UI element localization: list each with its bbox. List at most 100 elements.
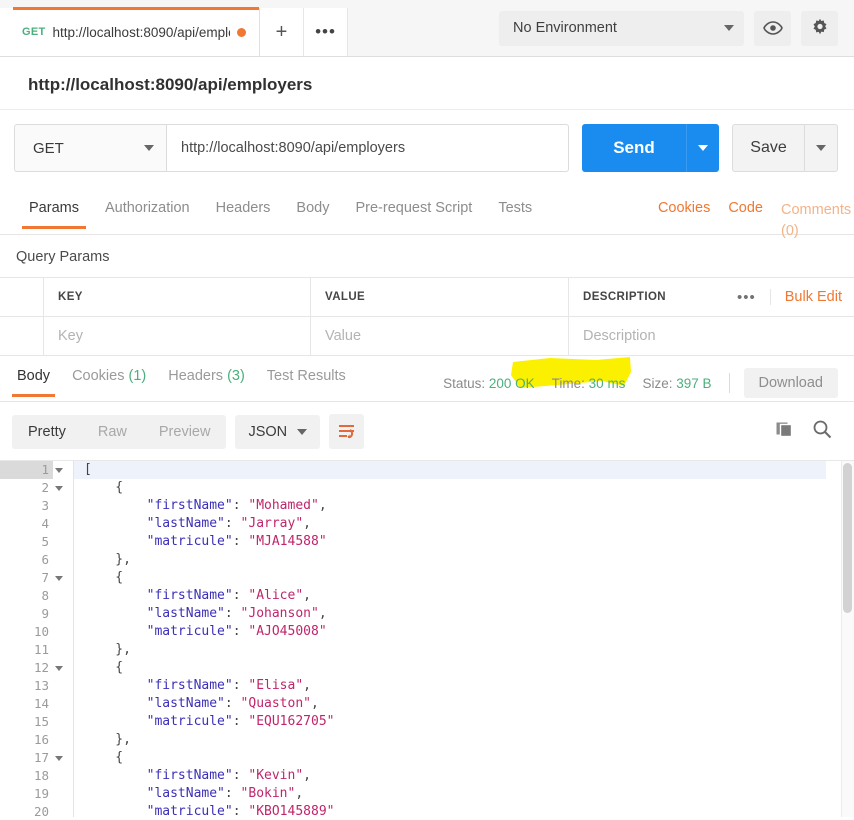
eye-icon: [762, 21, 783, 35]
gear-icon: [813, 18, 826, 35]
time-metric: Time: 30 ms: [551, 375, 626, 391]
gutter-divider: [65, 533, 74, 551]
copy-response-button[interactable]: [775, 419, 795, 444]
response-tab-body[interactable]: Body: [6, 356, 61, 397]
word-wrap-toggle[interactable]: [329, 414, 365, 449]
gutter-divider: [65, 731, 74, 749]
line-number: 7: [41, 570, 49, 585]
code-line: 11 },: [0, 641, 854, 659]
fold-toggle-icon[interactable]: [53, 485, 65, 491]
query-params-table: KEY VALUE DESCRIPTION ••• Bulk Edit Key …: [0, 277, 854, 356]
code-line: 13 "firstName": "Elisa",: [0, 677, 854, 695]
gutter-divider: [65, 515, 74, 533]
response-status-bar: Body Cookies (1) Headers (3) Test Result…: [0, 356, 854, 402]
cookies-link[interactable]: Cookies: [649, 188, 719, 229]
request-title: http://localhost:8090/api/employers: [0, 57, 854, 110]
line-number: 16: [33, 732, 49, 747]
code-line: 7 {: [0, 569, 854, 587]
new-tab-button[interactable]: +: [260, 8, 304, 56]
column-header-value: VALUE: [311, 278, 569, 316]
tab-pre-request-script[interactable]: Pre-request Script: [342, 188, 485, 229]
line-number: 20: [33, 804, 49, 817]
gutter-divider: [65, 659, 74, 677]
save-group: Save: [732, 124, 838, 172]
send-options-button[interactable]: [686, 124, 719, 172]
search-response-button[interactable]: [812, 419, 832, 444]
param-description-input[interactable]: Description: [569, 317, 854, 355]
gutter-divider: [65, 623, 74, 641]
code-text: "lastName": "Jarray",: [84, 516, 311, 531]
tab-body[interactable]: Body: [283, 188, 342, 229]
response-tab-cookies[interactable]: Cookies (1): [61, 356, 157, 397]
column-header-description: DESCRIPTION ••• Bulk Edit: [569, 278, 854, 316]
viewer-right-edge: [826, 461, 841, 817]
param-key-input[interactable]: Key: [44, 317, 311, 355]
view-raw-button[interactable]: Raw: [82, 415, 143, 449]
response-format-selector[interactable]: JSON: [235, 414, 321, 449]
bulk-edit-button[interactable]: Bulk Edit: [769, 289, 842, 305]
fold-toggle-icon[interactable]: [53, 665, 65, 671]
fold-toggle-icon[interactable]: [53, 467, 65, 473]
response-format-label: JSON: [248, 423, 288, 440]
http-method-label: GET: [33, 139, 64, 157]
gutter-divider: [65, 785, 74, 803]
http-method-selector[interactable]: GET: [14, 124, 166, 172]
code-text: "firstName": "Kevin",: [84, 768, 311, 783]
size-metric: Size: 397 B: [642, 375, 712, 391]
send-button[interactable]: Send: [582, 124, 686, 172]
request-tab[interactable]: GET http://localhost:8090/api/employ: [0, 7, 260, 56]
column-header-key: KEY: [44, 278, 311, 316]
query-params-empty-row: Key Value Description: [0, 317, 854, 356]
chevron-down-icon: [297, 428, 308, 435]
response-body-viewer[interactable]: 1[2 {3 "firstName": "Mohamed", 4 "lastNam…: [0, 460, 854, 817]
code-text: "lastName": "Quaston",: [84, 696, 319, 711]
code-link[interactable]: Code: [719, 188, 772, 229]
code-text: },: [84, 642, 131, 657]
gutter-divider: [65, 677, 74, 695]
line-number: 2: [41, 480, 49, 495]
line-number: 11: [33, 642, 49, 657]
search-icon: [813, 420, 832, 439]
line-number: 19: [33, 786, 49, 801]
query-params-more-button[interactable]: •••: [723, 289, 770, 306]
code-line: 16 },: [0, 731, 854, 749]
tab-tests[interactable]: Tests: [485, 188, 545, 229]
gutter-divider: [65, 605, 74, 623]
url-bar: GET Send Save: [0, 110, 854, 188]
save-button[interactable]: Save: [732, 124, 804, 172]
fold-toggle-icon[interactable]: [53, 755, 65, 761]
response-tab-headers[interactable]: Headers (3): [157, 356, 256, 397]
scrollbar-thumb[interactable]: [843, 463, 852, 613]
settings-button[interactable]: [801, 10, 838, 46]
code-line: 9 "lastName": "Johanson",: [0, 605, 854, 623]
code-text: {: [84, 570, 124, 585]
gutter-divider: [65, 695, 74, 713]
code-text: },: [84, 552, 131, 567]
response-scrollbar[interactable]: [841, 461, 854, 817]
param-value-input[interactable]: Value: [311, 317, 569, 355]
save-options-button[interactable]: [804, 124, 838, 172]
tab-bar-right: No Environment: [487, 0, 854, 56]
environment-quick-look-button[interactable]: [754, 10, 791, 46]
tab-authorization[interactable]: Authorization: [92, 188, 203, 229]
comments-link[interactable]: Comments (0): [772, 188, 851, 255]
response-meta: Status: 200 OK Time: 30 ms Size: 397 B D…: [443, 356, 838, 398]
view-pretty-button[interactable]: Pretty: [12, 415, 82, 449]
chevron-down-icon: [698, 145, 708, 151]
code-line: 15 "matricule": "EQU162705": [0, 713, 854, 731]
tab-headers[interactable]: Headers: [203, 188, 284, 229]
unsaved-changes-dot-icon: [237, 27, 246, 37]
fold-toggle-icon[interactable]: [53, 575, 65, 581]
request-url-input[interactable]: [166, 124, 569, 172]
row-checkbox-cell[interactable]: [0, 317, 44, 355]
gutter-divider: [65, 551, 74, 569]
tab-params[interactable]: Params: [16, 188, 92, 229]
meta-divider: [728, 373, 730, 393]
download-button[interactable]: Download: [743, 368, 838, 398]
view-preview-button[interactable]: Preview: [143, 415, 227, 449]
response-tab-test-results[interactable]: Test Results: [256, 356, 357, 397]
environment-selector[interactable]: No Environment: [499, 10, 744, 46]
gutter-divider: [65, 803, 74, 817]
tab-options-button[interactable]: •••: [304, 8, 348, 56]
line-number: 18: [33, 768, 49, 783]
